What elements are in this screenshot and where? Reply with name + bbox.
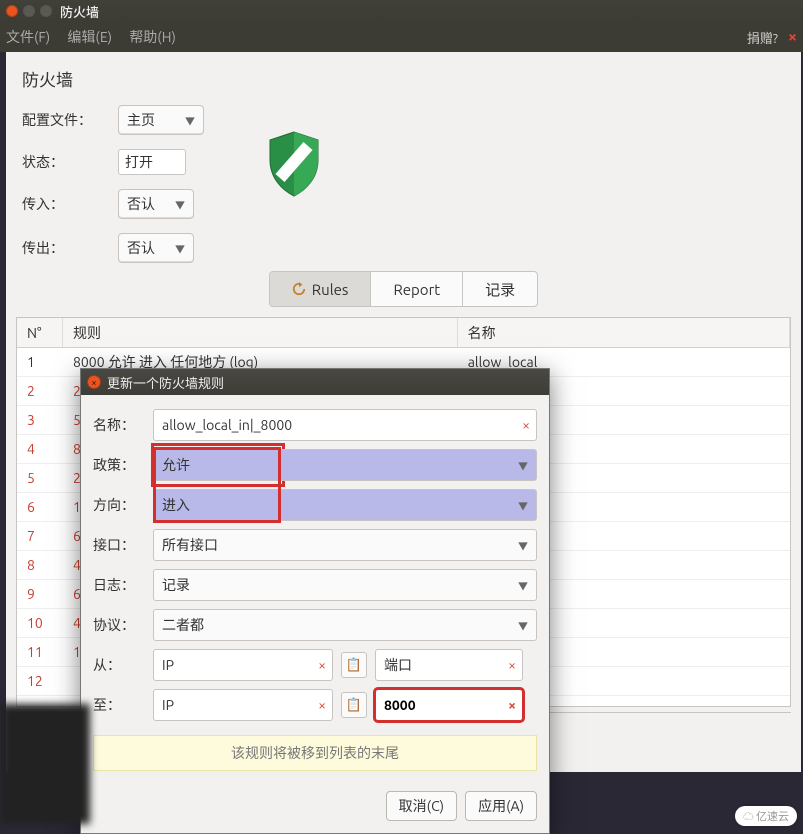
note-bar: 该规则将被移到列表的末尾: [93, 735, 537, 771]
th-name[interactable]: 名称: [458, 318, 790, 347]
apply-button[interactable]: 应用(A): [465, 791, 537, 821]
to-port-input[interactable]: 8000 ×: [375, 689, 523, 721]
menu-file[interactable]: 文件(F): [6, 29, 50, 45]
window-titlebar: 防火墙: [0, 0, 803, 22]
chevron-down-icon: ▼: [518, 498, 528, 513]
cell-no: 3: [17, 412, 63, 428]
iface-label: 接口：: [93, 535, 145, 555]
chevron-down-icon: ▼: [518, 618, 528, 633]
window-close-button[interactable]: [6, 5, 18, 17]
dialog-titlebar: × 更新一个防火墙规则: [81, 369, 549, 395]
chevron-down-icon: ▼: [175, 241, 185, 256]
cell-no: 4: [17, 441, 63, 457]
clear-icon[interactable]: ×: [508, 657, 516, 673]
chevron-down-icon: ▼: [518, 458, 528, 473]
cell-no: 11: [17, 644, 63, 660]
config-section: 配置文件： 主页▼ 状态： 打开 传入： 否认▼ 传出： 否认▼: [16, 105, 791, 263]
from-ip-input[interactable]: IP ×: [153, 649, 333, 681]
policy-label: 政策：: [93, 455, 145, 475]
tab-log[interactable]: 记录: [463, 272, 537, 306]
th-no[interactable]: N°: [17, 318, 63, 347]
direction-label: 方向：: [93, 495, 145, 515]
profile-label: 配置文件：: [22, 110, 114, 130]
chevron-down-icon: ▼: [185, 113, 195, 128]
copy-paste-button[interactable]: 📋: [341, 692, 367, 718]
dialog-close-button[interactable]: ×: [87, 375, 101, 389]
chevron-down-icon: ▼: [175, 197, 185, 212]
to-label: 至：: [93, 695, 145, 715]
policy-select[interactable]: 允许▼: [153, 449, 537, 481]
clear-icon[interactable]: ×: [522, 417, 530, 433]
clear-icon[interactable]: ×: [508, 697, 516, 713]
chevron-down-icon: ▼: [518, 578, 528, 593]
menubar: 文件(F) 编辑(E) 帮助(H) 捐赠? ×: [0, 22, 803, 52]
cell-no: 1: [17, 354, 63, 370]
chevron-down-icon: ▼: [518, 538, 528, 553]
cell-no: 5: [17, 470, 63, 486]
proto-label: 协议：: [93, 615, 145, 635]
status-label: 状态：: [22, 152, 114, 172]
name-label: 名称：: [93, 415, 145, 435]
cell-no: 6: [17, 499, 63, 515]
menu-help[interactable]: 帮助(H): [129, 29, 176, 45]
cell-no: 2: [17, 383, 63, 399]
refresh-icon: [292, 282, 306, 296]
window-minimize-button[interactable]: [23, 5, 35, 17]
dialog-title: 更新一个防火墙规则: [107, 373, 224, 392]
cell-no: 8: [17, 557, 63, 573]
iface-select[interactable]: 所有接口▼: [153, 529, 537, 561]
from-label: 从：: [93, 655, 145, 675]
cancel-button[interactable]: 取消(C): [386, 791, 457, 821]
clear-icon[interactable]: ×: [318, 657, 326, 673]
donate-link[interactable]: 捐赠?: [747, 28, 778, 47]
name-input[interactable]: allow_local_in|_8000 ×: [153, 409, 537, 441]
shield-icon: [262, 128, 326, 204]
close-icon[interactable]: ×: [788, 28, 797, 46]
menu-edit[interactable]: 编辑(E): [67, 29, 112, 45]
page-title: 防火墙: [16, 66, 791, 91]
cell-no: 10: [17, 615, 63, 631]
log-label: 日志：: [93, 575, 145, 595]
desktop-background: [0, 704, 90, 824]
proto-select[interactable]: 二者都▼: [153, 609, 537, 641]
cell-no: 7: [17, 528, 63, 544]
outgoing-label: 传出：: [22, 238, 114, 258]
clear-icon[interactable]: ×: [318, 697, 326, 713]
incoming-label: 传入：: [22, 194, 114, 214]
cell-no: 9: [17, 586, 63, 602]
status-input[interactable]: 打开: [118, 149, 186, 175]
th-rule[interactable]: 规则: [63, 318, 458, 347]
incoming-select[interactable]: 否认▼: [118, 189, 194, 219]
watermark: ☁亿速云: [735, 806, 797, 826]
cell-no: 12: [17, 673, 63, 689]
profile-select[interactable]: 主页▼: [118, 105, 204, 135]
copy-paste-button[interactable]: 📋: [341, 652, 367, 678]
window-maximize-button[interactable]: [40, 5, 52, 17]
outgoing-select[interactable]: 否认▼: [118, 233, 194, 263]
to-ip-input[interactable]: IP ×: [153, 689, 333, 721]
tab-rules[interactable]: Rules: [270, 272, 372, 306]
tab-report[interactable]: Report: [371, 272, 463, 306]
log-select[interactable]: 记录▼: [153, 569, 537, 601]
direction-select[interactable]: 进入▼: [153, 489, 537, 521]
from-port-input[interactable]: 端口 ×: [375, 649, 523, 681]
window-title: 防火墙: [60, 2, 99, 21]
update-rule-dialog: × 更新一个防火墙规则 名称： allow_local_in|_8000 × 政…: [80, 368, 550, 834]
tabs: Rules Report 记录: [16, 271, 791, 307]
